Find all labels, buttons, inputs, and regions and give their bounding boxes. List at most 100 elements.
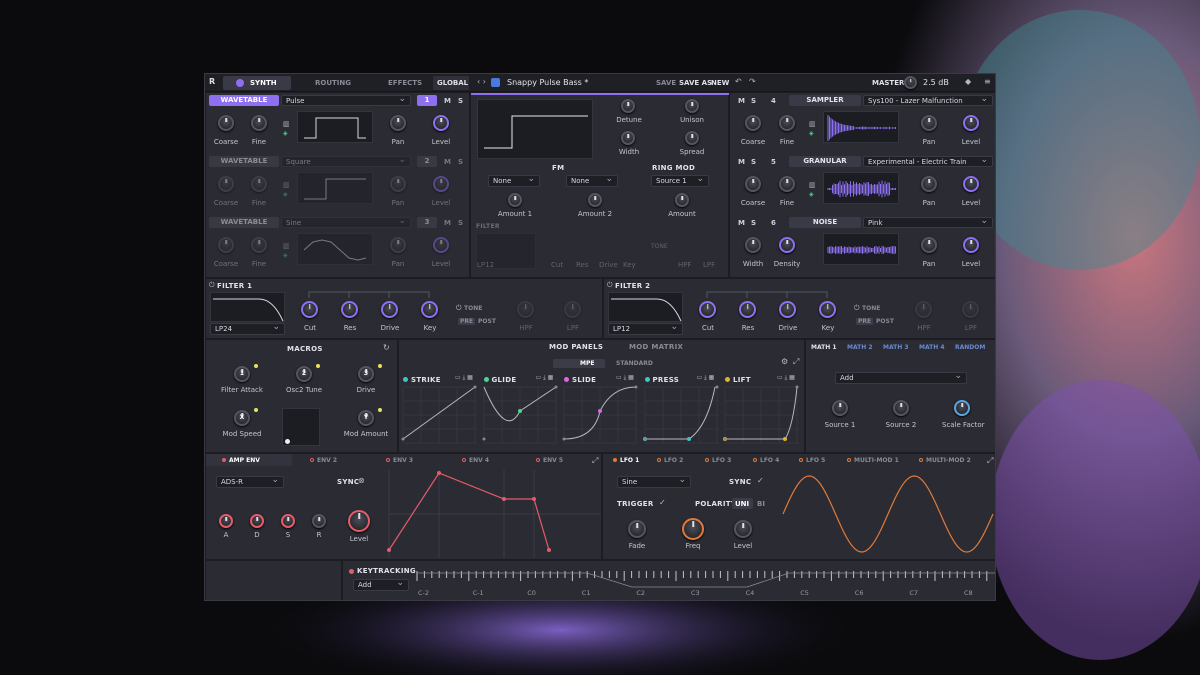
pan-label[interactable]: Pan	[913, 260, 945, 268]
lfo-tab[interactable]: LFO 2	[664, 457, 683, 464]
lfo-tab-dot-icon[interactable]	[613, 458, 617, 462]
source-number[interactable]: 5	[771, 158, 776, 166]
key-note-label[interactable]: C-2	[418, 589, 429, 597]
lfo-tab[interactable]: LFO 1	[620, 457, 639, 464]
mpe-column-tools-icon[interactable]: ▭ ⤓ ▦	[777, 374, 795, 382]
lfo-shape-dropdown[interactable]: Sine	[617, 476, 691, 488]
env-tab[interactable]: ENV 2	[317, 457, 337, 464]
env-tab-dot-icon[interactable]	[386, 458, 390, 462]
tone-power-icon[interactable]: ⏻	[854, 304, 860, 313]
knob-b-knob[interactable]	[779, 176, 795, 192]
macro-label[interactable]: Osc2 Tune	[274, 386, 334, 394]
mpe-curve[interactable]	[645, 387, 719, 443]
solo-button[interactable]: S	[458, 97, 463, 105]
filter-knob-label[interactable]: Res	[731, 324, 765, 332]
lfo-tab-dot-icon[interactable]	[919, 458, 923, 462]
env-tab-dot-icon[interactable]	[222, 458, 226, 462]
macro-label[interactable]: Drive	[336, 386, 396, 394]
knob-a-knob[interactable]	[745, 176, 761, 192]
filter-title[interactable]: FILTER 2	[615, 282, 650, 290]
tab-effects[interactable]: EFFECTS	[388, 79, 422, 87]
osc-wave-dropdown[interactable]: Square	[281, 156, 411, 167]
env-tab[interactable]: AMP ENV	[229, 457, 260, 464]
bi-button[interactable]: BI	[757, 500, 765, 508]
fade-knob[interactable]	[628, 520, 646, 538]
coarse-label[interactable]: Coarse	[210, 199, 242, 207]
solo-button[interactable]: S	[751, 219, 756, 227]
source-name-dropdown[interactable]: Sys100 - Lazer Malfunction	[863, 95, 993, 106]
level-knob[interactable]	[963, 176, 979, 192]
preset-name[interactable]: Snappy Pulse Bass *	[507, 78, 588, 87]
mpe-column-header[interactable]: PRESS	[653, 376, 680, 384]
fine-label[interactable]: Fine	[243, 199, 275, 207]
pan-knob[interactable]	[390, 176, 406, 192]
sustain-knob[interactable]	[281, 514, 295, 528]
filter-type-dropdown[interactable]: LP24	[210, 323, 285, 335]
env-tab-dot-icon[interactable]	[462, 458, 466, 462]
link-icon[interactable]: ◈	[809, 130, 814, 137]
coarse-knob[interactable]	[218, 237, 234, 253]
label-a-label[interactable]: Coarse	[737, 138, 769, 146]
mpe-dot-icon[interactable]	[725, 377, 730, 382]
source-2-knob[interactable]	[893, 400, 909, 416]
fm-amount-2-knob[interactable]	[588, 193, 602, 207]
mpe-column-tools-icon[interactable]: ▭ ⤓ ▦	[697, 374, 715, 382]
osc-number-badge[interactable]: 3	[417, 217, 437, 228]
keytracking-mode-dropdown[interactable]: Add	[353, 579, 409, 591]
math-tab[interactable]: MATH 2	[847, 344, 873, 351]
source-type-button[interactable]: SAMPLER	[789, 95, 861, 106]
ring-mod-source-dropdown[interactable]: Source 1	[651, 175, 709, 187]
filter-response-display[interactable]	[608, 292, 683, 322]
pan-label[interactable]: Pan	[913, 138, 945, 146]
env-tab-dot-icon[interactable]	[536, 458, 540, 462]
link-icon[interactable]: ◈	[283, 252, 288, 259]
level-label[interactable]: Level	[955, 138, 987, 146]
undo-icon[interactable]: ↶	[735, 77, 742, 86]
pan-knob[interactable]	[921, 115, 937, 131]
mpe-column-header[interactable]: SLIDE	[572, 376, 596, 384]
macro-indicator[interactable]	[254, 364, 258, 368]
macro-indicator[interactable]	[316, 364, 320, 368]
pre-button[interactable]: PRE	[458, 318, 475, 325]
env-tab[interactable]: ENV 5	[543, 457, 563, 464]
solo-button[interactable]: S	[751, 158, 756, 166]
filter-knob[interactable]	[341, 301, 358, 318]
gear-icon[interactable]: ⚙	[781, 357, 788, 366]
fm-source-1-dropdown[interactable]: None	[488, 175, 540, 187]
filter-type-dropdown[interactable]: LP12	[608, 323, 683, 335]
filter-2-panel[interactable]: ⏻FILTER 2LP12CutResDriveKey⏻TONEPREPOSTH…	[603, 278, 996, 339]
filter-title[interactable]: FILTER 1	[217, 282, 252, 290]
menu-icon[interactable]: ≡	[984, 77, 991, 86]
lfo-tab-dot-icon[interactable]	[753, 458, 757, 462]
pan-label[interactable]: Pan	[382, 260, 414, 268]
math-tab[interactable]: MATH 3	[883, 344, 909, 351]
level-knob[interactable]	[963, 115, 979, 131]
pan-label[interactable]: Pan	[913, 199, 945, 207]
coarse-knob[interactable]	[218, 115, 234, 131]
ring-amount-knob[interactable]	[675, 193, 689, 207]
source-name-dropdown[interactable]: Experimental - Electric Train	[863, 156, 993, 167]
mute-button[interactable]: M	[738, 97, 745, 105]
fine-label[interactable]: Fine	[243, 260, 275, 268]
mute-button[interactable]: M	[444, 158, 451, 166]
mute-button[interactable]: M	[444, 97, 451, 105]
knob-b-knob[interactable]	[779, 237, 795, 253]
fine-knob[interactable]	[251, 115, 267, 131]
filter-knob-label[interactable]: Cut	[293, 324, 327, 332]
macro-number[interactable]: 3	[358, 370, 374, 377]
label-a-label[interactable]: Width	[737, 260, 769, 268]
key-note-label[interactable]: C4	[746, 589, 755, 597]
tab-mod-panels[interactable]: MOD PANELS	[549, 343, 603, 351]
env-tab[interactable]: ENV 3	[393, 457, 413, 464]
mute-button[interactable]: M	[738, 219, 745, 227]
fine-knob[interactable]	[251, 237, 267, 253]
tab-mod-matrix[interactable]: MOD MATRIX	[629, 343, 683, 351]
filter-knob-label[interactable]: Key	[413, 324, 447, 332]
standard-toggle[interactable]: STANDARD	[616, 360, 653, 367]
mpe-column-header[interactable]: STRIKE	[411, 376, 441, 384]
key-note-label[interactable]: C5	[800, 589, 809, 597]
level-label[interactable]: Level	[425, 199, 457, 207]
mpe-dot-icon[interactable]	[484, 377, 489, 382]
piano-icon[interactable]: ▥	[283, 120, 290, 128]
level-knob[interactable]	[433, 115, 449, 131]
